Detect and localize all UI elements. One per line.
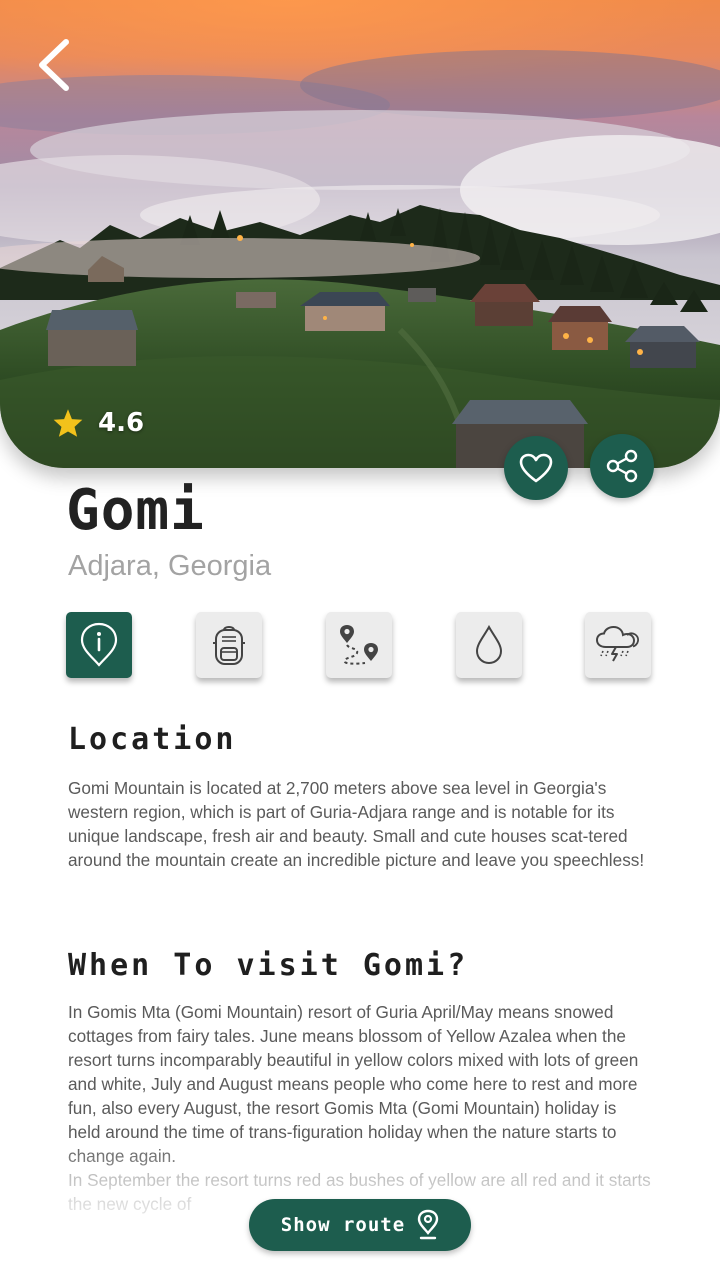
when-to-visit-heading: When To visit Gomi?: [68, 948, 469, 983]
when-to-visit-text: In Gomis Mta (Gomi Mountain) resort of G…: [68, 1002, 639, 1166]
weather-storm-icon: [595, 625, 639, 662]
share-icon: [606, 449, 638, 483]
tab-info[interactable]: [66, 612, 132, 678]
show-route-label: Show route: [280, 1214, 406, 1236]
info-pin-icon: [80, 622, 118, 667]
mountain-village-photo: [0, 0, 720, 468]
rating: 4.6: [52, 408, 144, 438]
place-title: Gomi: [66, 478, 205, 543]
share-button[interactable]: [590, 434, 654, 498]
rating-value: 4.6: [98, 408, 145, 438]
map-pin-icon: [417, 1209, 439, 1241]
back-button[interactable]: [30, 36, 80, 94]
star-icon: [53, 409, 83, 437]
route-map-icon: [340, 625, 378, 665]
tab-weather[interactable]: [585, 612, 651, 678]
info-tabs: [66, 612, 656, 684]
show-route-button[interactable]: Show route: [249, 1199, 471, 1251]
tab-route[interactable]: [326, 612, 392, 678]
location-heading: Location: [68, 722, 237, 757]
location-text: Gomi Mountain is located at 2,700 meters…: [68, 778, 645, 870]
place-detail-screen: 4.6 Gomi Adjara, Georgia Location Gomi M…: [0, 0, 720, 1280]
backpack-icon: [213, 626, 245, 665]
tab-packing[interactable]: [196, 612, 262, 678]
tab-water[interactable]: [456, 612, 522, 678]
water-drop-icon: [475, 625, 503, 665]
heart-icon: [519, 453, 553, 483]
hero-image: 4.6: [0, 0, 720, 468]
chevron-left-icon: [39, 39, 69, 91]
favorite-button[interactable]: [504, 436, 568, 500]
place-subtitle: Adjara, Georgia: [68, 550, 272, 582]
